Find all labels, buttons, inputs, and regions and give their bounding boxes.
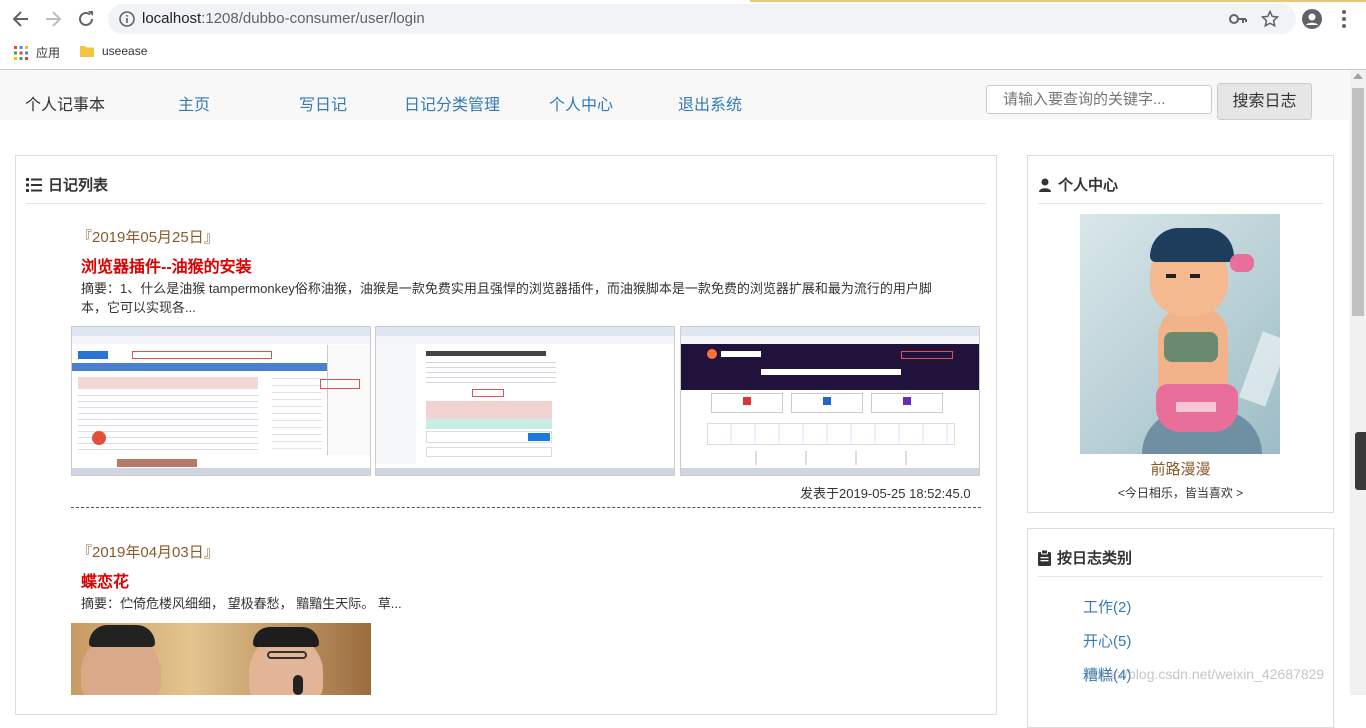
category-panel: 按日志类别 工作(2) 开心(5) 糟糕(4) — [1027, 528, 1334, 728]
nav-home[interactable]: 主页 — [178, 91, 210, 115]
scroll-up-arrow-icon[interactable] — [1353, 73, 1363, 79]
star-icon[interactable] — [1261, 10, 1279, 28]
scrollbar-thumb[interactable] — [1352, 88, 1364, 316]
nav-write-diary[interactable]: 写日记 — [299, 91, 347, 115]
apps-grid-icon — [14, 45, 28, 60]
url-text: localhost:1208/dubbo-consumer/user/login — [142, 10, 425, 27]
profile-panel: 个人中心 前路漫漫 <今日相乐，皆当喜欢 > — [1027, 155, 1334, 513]
site-brand[interactable]: 个人记事本 — [25, 91, 105, 115]
address-bar[interactable]: localhost:1208/dubbo-consumer/user/login — [108, 4, 1296, 34]
panel-title: 日记列表 — [26, 174, 108, 195]
key-icon[interactable] — [1229, 11, 1247, 27]
category-link-work[interactable]: 工作(2) — [1083, 596, 1131, 617]
entry-date: 『2019年05月25日』 — [77, 229, 219, 246]
search-button[interactable]: 搜索日志 — [1217, 83, 1312, 120]
clipboard-icon — [1038, 549, 1051, 566]
entry-image-3[interactable] — [680, 326, 980, 476]
profile-motto: <今日相乐，皆当喜欢 > — [1117, 486, 1244, 500]
entry-title-link[interactable]: 浏览器插件--油猴的安装 — [81, 253, 252, 277]
more-vert-icon[interactable] — [1337, 9, 1351, 29]
reload-icon[interactable] — [75, 8, 97, 30]
entry-date: 『2019年04月03日』 — [77, 544, 219, 561]
bookmarks-bar: 应用 useease — [0, 38, 1366, 70]
bookmark-label: useease — [102, 44, 148, 58]
search-input[interactable] — [986, 85, 1212, 114]
forward-arrow-icon[interactable] — [42, 8, 64, 30]
entry-published-time: 发表于2019-05-25 18:52:45.0 — [800, 486, 971, 501]
nav-profile[interactable]: 个人中心 — [549, 91, 613, 115]
divider — [1038, 203, 1323, 204]
panel-title: 个人中心 — [1038, 174, 1118, 195]
bookmark-label: 应用 — [36, 46, 61, 60]
entry-image-2[interactable] — [375, 326, 675, 476]
bookmark-apps[interactable]: 应用 — [14, 44, 60, 61]
profile-icon[interactable] — [1302, 9, 1322, 29]
list-icon — [26, 177, 42, 192]
bookmark-useease[interactable]: useease — [80, 44, 147, 58]
folder-icon — [80, 46, 94, 57]
watermark: https://blog.csdn.net/weixin_42687829 — [1086, 666, 1325, 682]
entry-summary: 摘要：伫倚危楼风细细， 望极春愁， 黯黯生天际。 草... — [81, 596, 402, 611]
divider — [26, 203, 986, 204]
profile-nickname: 前路漫漫 — [1150, 461, 1211, 478]
category-link-happy[interactable]: 开心(5) — [1083, 630, 1131, 651]
nav-category-manage[interactable]: 日记分类管理 — [404, 91, 500, 115]
user-icon — [1039, 178, 1051, 192]
entry-image-1[interactable] — [71, 326, 371, 476]
floating-widget[interactable] — [1355, 432, 1366, 490]
avatar — [1080, 214, 1280, 454]
entry-photo[interactable] — [71, 623, 371, 695]
entry-summary: 摘要：1、什么是油猴 tampermonkey俗称油猴，油猴是一款免费实用且强悍… — [81, 281, 932, 315]
panel-title: 按日志类别 — [1038, 547, 1132, 568]
nav-logout[interactable]: 退出系统 — [678, 91, 742, 115]
entry-divider — [71, 507, 981, 508]
divider — [1038, 576, 1323, 577]
info-icon[interactable] — [118, 10, 136, 28]
back-arrow-icon[interactable] — [10, 8, 32, 30]
browser-toolbar: localhost:1208/dubbo-consumer/user/login — [0, 0, 1366, 38]
loading-bar — [750, 0, 1366, 2]
site-navbar: 个人记事本 主页 写日记 日记分类管理 个人中心 退出系统 搜索日志 — [0, 70, 1350, 120]
entry-title-link[interactable]: 蝶恋花 — [81, 568, 129, 592]
